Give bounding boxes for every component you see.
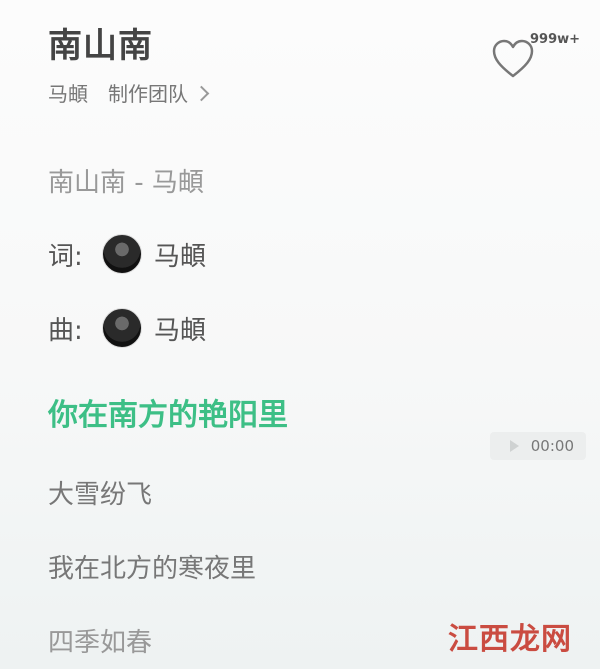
- lyricist-avatar[interactable]: [102, 234, 142, 274]
- composer-name[interactable]: 马頔: [154, 310, 206, 347]
- lyric-line[interactable]: 四季如春: [48, 622, 152, 659]
- composer-credit: 曲: 马頔: [48, 308, 206, 348]
- song-title: 南山南: [48, 26, 153, 66]
- like-button[interactable]: 999w+: [490, 30, 590, 90]
- active-lyric-line[interactable]: 你在南方的艳阳里: [48, 390, 288, 434]
- like-count: 999w+: [530, 32, 581, 47]
- watermark-logo: 江西龙网: [448, 622, 572, 657]
- lyrics-header: 南山南 - 马頔: [48, 168, 204, 198]
- lyric-line[interactable]: 我在北方的寒夜里: [48, 548, 256, 585]
- chevron-right-icon: [193, 85, 210, 101]
- seek-timestamp[interactable]: 00:00: [490, 432, 586, 460]
- lyricist-label: 词:: [48, 241, 83, 272]
- composer-label: 曲:: [48, 315, 83, 346]
- lyricist-credit: 词: 马頔: [48, 234, 206, 274]
- artist-name[interactable]: 马頔: [48, 78, 88, 107]
- lyric-line[interactable]: 大雪纷飞: [48, 474, 152, 511]
- composer-avatar[interactable]: [102, 308, 142, 348]
- song-meta-row: 马頔 制作团队: [48, 78, 210, 107]
- play-icon: [510, 440, 519, 452]
- timestamp-text: 00:00: [530, 437, 574, 455]
- lyricist-name[interactable]: 马頔: [154, 236, 206, 273]
- production-team-label: 制作团队: [108, 82, 188, 106]
- production-team-link[interactable]: 制作团队: [108, 78, 210, 107]
